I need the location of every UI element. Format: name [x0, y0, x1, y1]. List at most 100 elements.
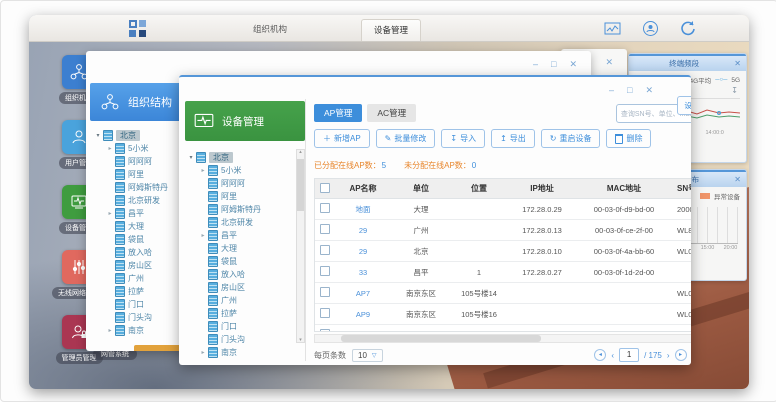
table-row[interactable]: 29 北京 172.28.0.10 00-03-0f-4a-bb-60 WL01… — [315, 241, 691, 262]
tree-item[interactable]: 阿阿阿 — [185, 177, 301, 190]
maximize-button[interactable]: □ — [627, 81, 632, 99]
mac-cell: 00-03-0f-d9-bd-00 — [577, 205, 671, 214]
closed-icon[interactable] — [106, 210, 114, 217]
toolbar-button[interactable]: 导出 — [491, 129, 535, 148]
row-checkbox[interactable] — [320, 329, 330, 332]
location-cell: 105号楼14 — [451, 288, 507, 299]
device-org-tree: 北京 5小米 阿阿阿 阿里 — [179, 143, 305, 359]
column-header[interactable]: 位置 — [451, 183, 507, 194]
ap-name-link[interactable]: AP7 — [335, 289, 391, 298]
ap-table: AP名称 单位 位置 IP地址 MAC地址 SN号 地面 大理 — [314, 178, 691, 332]
tree-item[interactable]: 放入哈 — [185, 268, 301, 281]
ap-name-link[interactable]: 29 — [335, 226, 391, 235]
first-page-button[interactable]: ◂ — [594, 349, 606, 361]
x-tick: 15:00 — [701, 245, 715, 251]
minimize-button[interactable]: – — [533, 55, 538, 73]
open-icon[interactable] — [94, 132, 102, 139]
closed-icon[interactable] — [199, 167, 207, 174]
tree-item[interactable]: 门口 — [185, 320, 301, 333]
column-header[interactable]: IP地址 — [507, 183, 577, 194]
closed-icon[interactable] — [106, 327, 114, 334]
tree-scrollbar[interactable] — [296, 149, 305, 343]
table-row[interactable]: AP9 南京东区 105号楼16 WL014210F328000 — [315, 304, 691, 325]
tree-item[interactable]: 房山区 — [185, 281, 301, 294]
row-checkbox[interactable] — [320, 266, 330, 276]
tree-item[interactable]: 拉萨 — [185, 307, 301, 320]
tab-ac-management[interactable]: AC管理 — [367, 104, 416, 122]
device-management-banner[interactable]: 设备管理 — [185, 101, 305, 141]
column-header[interactable]: AP名称 — [335, 183, 391, 194]
edit-icon — [385, 135, 392, 143]
tree-item[interactable]: 5小米 — [185, 164, 301, 177]
column-header[interactable]: SN号 — [671, 183, 691, 194]
minimize-button[interactable]: – — [609, 81, 614, 99]
tab-device-management[interactable]: 设备管理 — [361, 19, 421, 41]
ap-name-link[interactable]: 29 — [335, 247, 391, 256]
closed-icon[interactable] — [106, 145, 114, 152]
ap-name-link[interactable]: AP11 — [335, 331, 391, 333]
table-header: AP名称 单位 位置 IP地址 MAC地址 SN号 — [315, 179, 691, 199]
ap-name-link[interactable]: AP9 — [335, 310, 391, 319]
tree-item-label: 袋鼠 — [128, 234, 144, 245]
tree-item[interactable]: 北京 — [185, 151, 301, 164]
column-header[interactable]: 单位 — [391, 183, 451, 194]
configure-fields-button[interactable]: 设置可显示字段 — [677, 96, 691, 115]
table-row[interactable]: AP7 南京东区 105号楼14 WL014210F328000 — [315, 283, 691, 304]
tree-item[interactable]: 南京 — [185, 346, 301, 359]
org-node-icon — [115, 221, 125, 232]
tree-item-label: 房山区 — [128, 260, 152, 271]
close-button[interactable]: ✕ — [569, 55, 577, 73]
toolbar-button[interactable]: 删除 — [606, 129, 651, 148]
refresh-icon[interactable] — [680, 20, 697, 37]
select-all-checkbox[interactable] — [320, 183, 330, 193]
close-icon[interactable]: ✕ — [734, 59, 741, 68]
close-icon[interactable]: ✕ — [605, 57, 613, 68]
row-checkbox[interactable] — [320, 245, 330, 255]
tab-organization[interactable]: 组织机构 — [241, 19, 299, 40]
closed-icon[interactable] — [199, 232, 207, 239]
row-checkbox[interactable] — [320, 287, 330, 297]
page-input[interactable]: 1 — [619, 348, 639, 362]
row-checkbox[interactable] — [320, 203, 330, 213]
close-button[interactable]: ✕ — [645, 81, 653, 99]
tree-item-label: 5小米 — [221, 165, 241, 176]
last-page-button[interactable]: ▸ — [675, 349, 687, 361]
ap-name-link[interactable]: 地面 — [335, 204, 391, 215]
tree-item[interactable]: 大理 — [185, 242, 301, 255]
toolbar-button[interactable]: 导入 — [441, 129, 485, 148]
table-row[interactable]: 33 昌平 1 172.28.0.27 00-03-0f-1d-2d-00 — [315, 262, 691, 283]
open-icon[interactable] — [187, 154, 195, 161]
table-row[interactable]: AP11 南京东区 105号楼18 WL014210F328000 — [315, 325, 691, 332]
notification-icon[interactable] — [642, 20, 659, 37]
next-page-button[interactable]: › — [667, 351, 670, 360]
tree-item-label: 阿姆斯特丹 — [128, 182, 168, 193]
org-node-icon — [115, 169, 125, 180]
tree-item[interactable]: 阿里 — [185, 190, 301, 203]
org-node-icon — [115, 260, 125, 271]
tree-item[interactable]: 袋鼠 — [185, 255, 301, 268]
closed-icon[interactable] — [199, 349, 207, 356]
tree-item[interactable]: 广州 — [185, 294, 301, 307]
toolbar-button[interactable]: 重启设备 — [541, 129, 601, 148]
table-row[interactable]: 地面 大理 172.28.0.29 00-03-0f-d9-bd-00 2000… — [315, 199, 691, 220]
tab-ap-management[interactable]: AP管理 — [314, 104, 362, 122]
prev-page-button[interactable]: ‹ — [611, 351, 614, 360]
per-page-select[interactable]: 10▽ — [352, 349, 383, 362]
toolbar-button[interactable]: 批量修改 — [376, 129, 436, 148]
tree-item[interactable]: 昌平 — [185, 229, 301, 242]
table-horizontal-scrollbar[interactable] — [314, 334, 691, 343]
tree-item[interactable]: 门头沟 — [185, 333, 301, 346]
maximize-button[interactable]: □ — [551, 55, 556, 73]
table-row[interactable]: 29 广州 172.28.0.13 00-03-0f-ce-2f-00 WL82… — [315, 220, 691, 241]
row-checkbox[interactable] — [320, 224, 330, 234]
row-checkbox[interactable] — [320, 308, 330, 318]
toolbar-button[interactable]: 新增AP — [314, 129, 370, 148]
column-header[interactable]: MAC地址 — [577, 183, 671, 194]
tree-item-label: 门头沟 — [128, 312, 152, 323]
chart-icon[interactable] — [604, 20, 621, 37]
sn-cell: WL014210F328000 — [671, 247, 691, 256]
tree-item[interactable]: 北京研发 — [185, 216, 301, 229]
tree-item[interactable]: 阿姆斯特丹 — [185, 203, 301, 216]
ap-name-link[interactable]: 33 — [335, 268, 391, 277]
close-icon[interactable]: ✕ — [734, 175, 741, 184]
